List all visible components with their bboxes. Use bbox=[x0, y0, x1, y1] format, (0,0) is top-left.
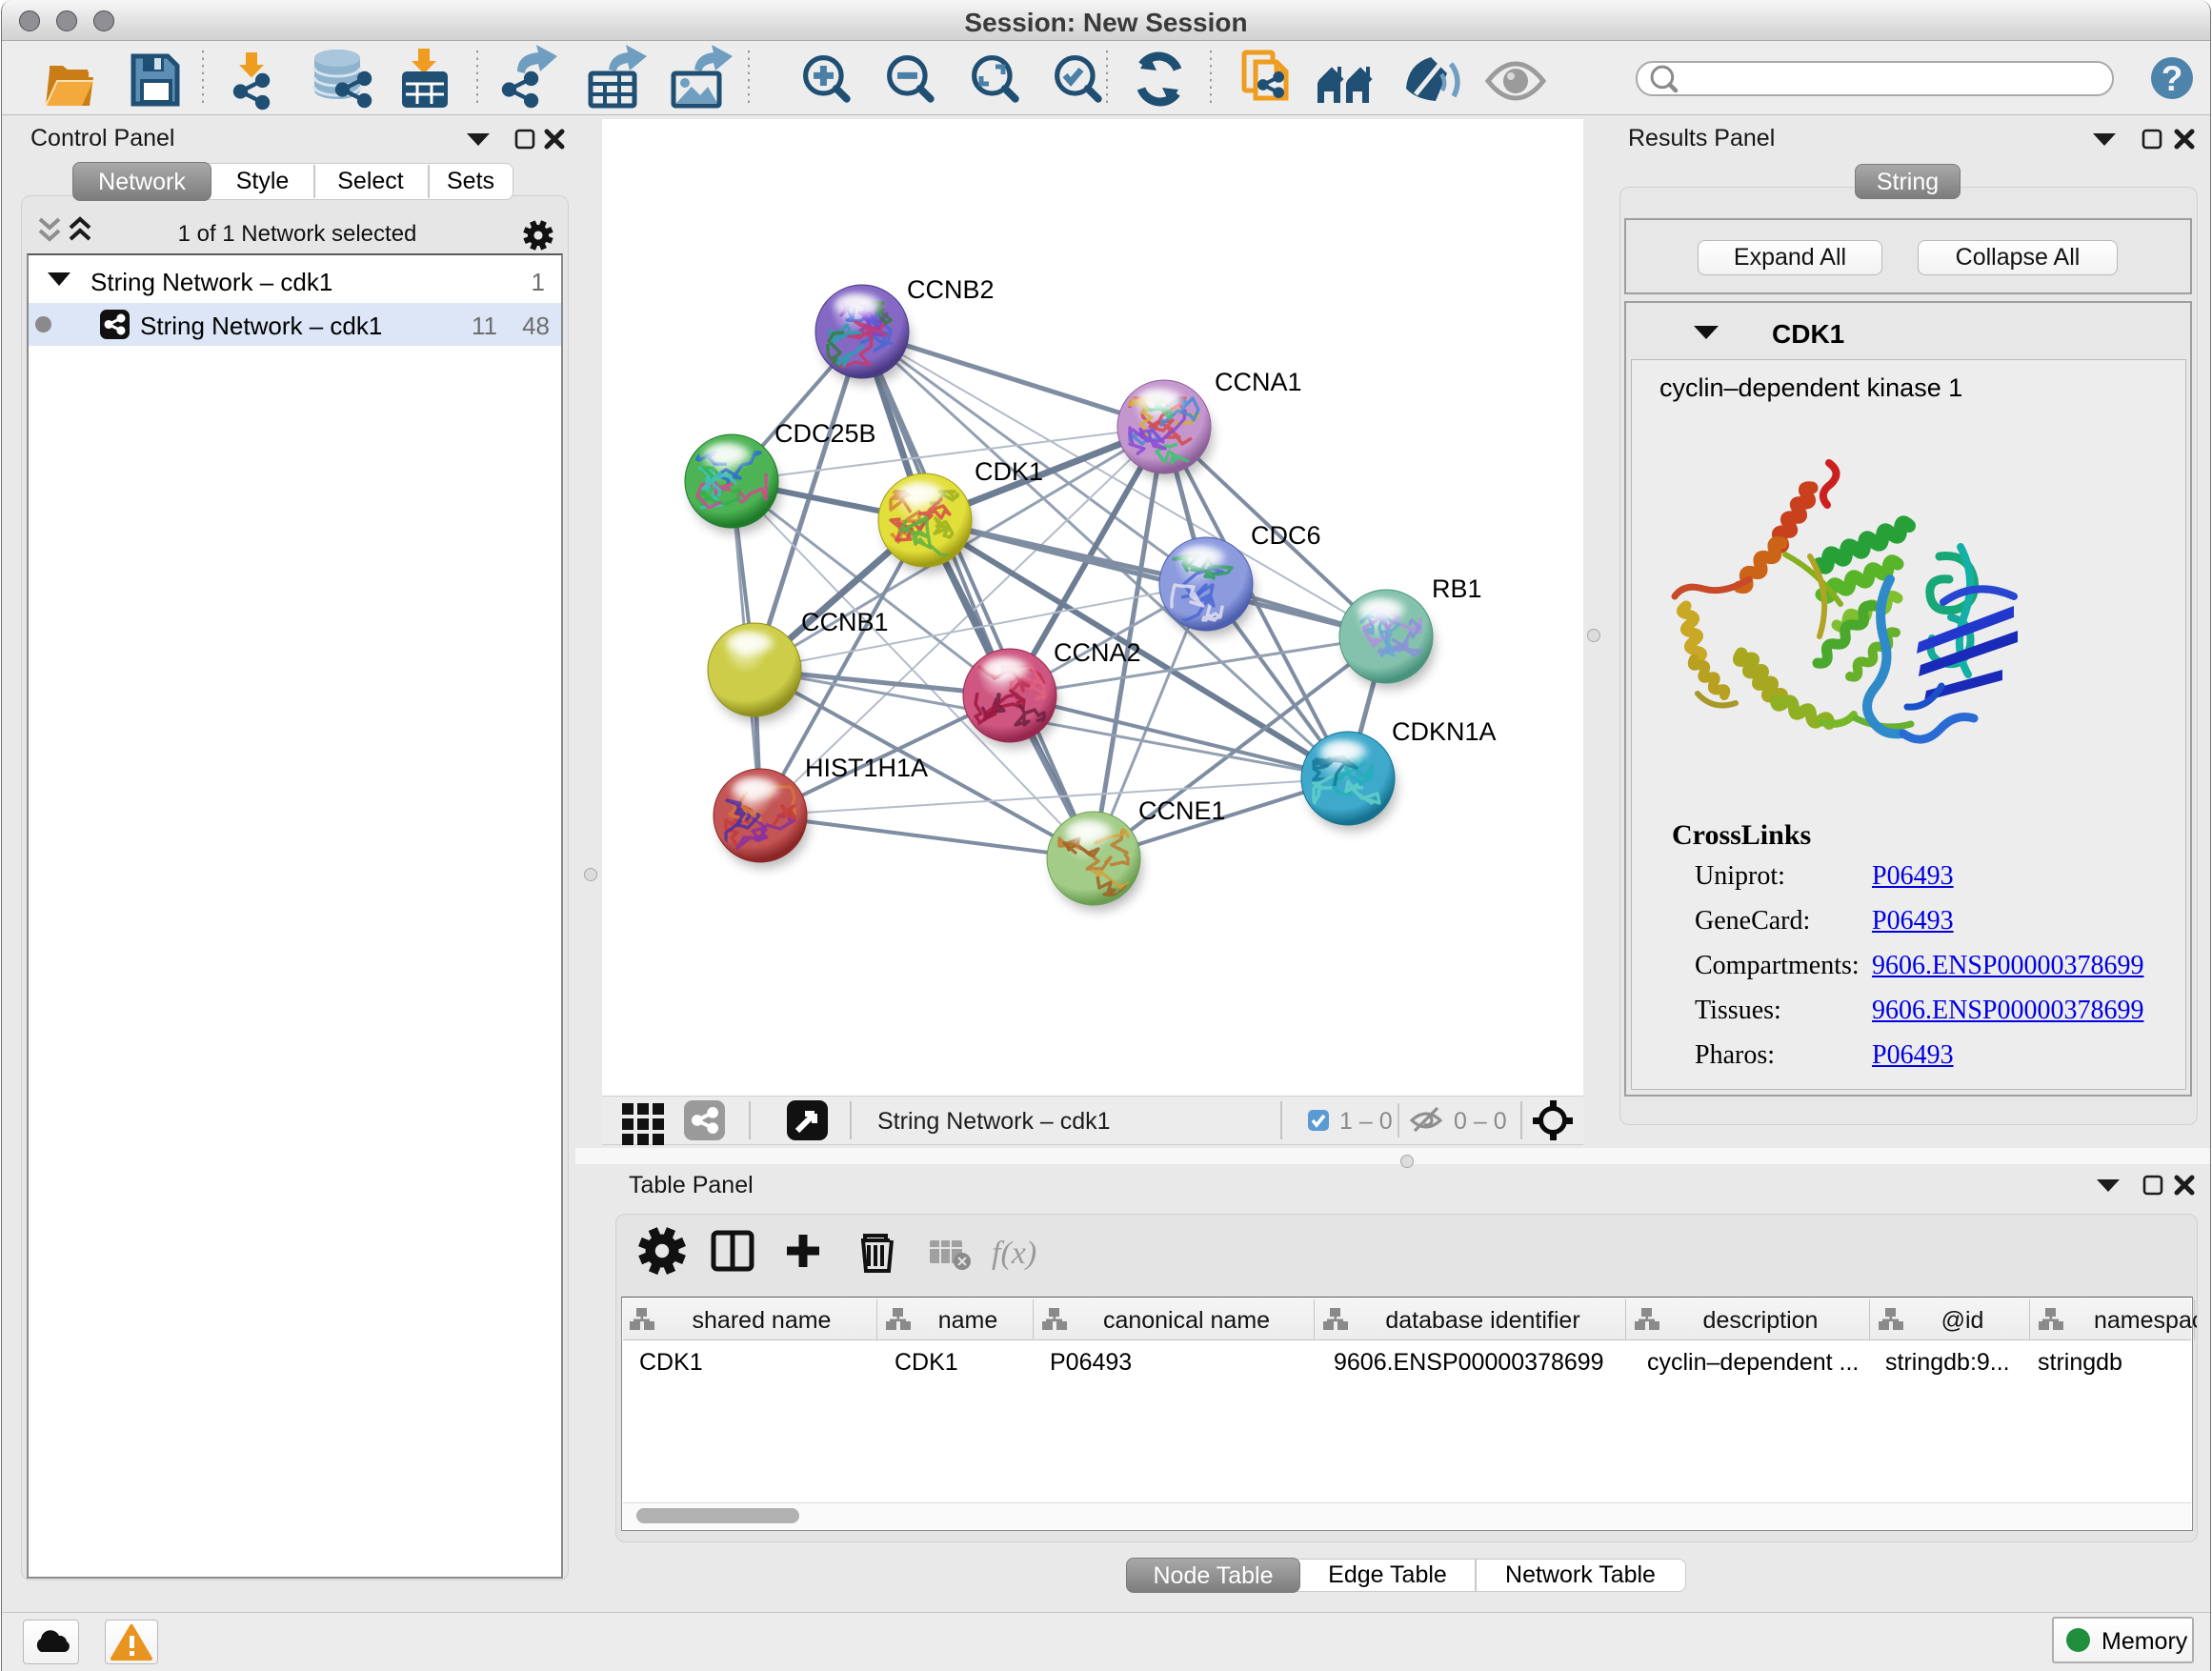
svg-text:CDC25B: CDC25B bbox=[774, 419, 876, 448]
svg-text:String Network – cdk1: String Network – cdk1 bbox=[877, 1108, 1111, 1135]
svg-text:HIST1H1A: HIST1H1A bbox=[805, 754, 928, 782]
svg-text:CDK1: CDK1 bbox=[975, 457, 1043, 486]
svg-text:0 – 0: 0 – 0 bbox=[1454, 1108, 1507, 1135]
svg-text:CCNA2: CCNA2 bbox=[1054, 638, 1141, 667]
svg-text:CCNB2: CCNB2 bbox=[907, 275, 995, 304]
svg-text:1 – 0: 1 – 0 bbox=[1339, 1108, 1393, 1135]
svg-text:CCNE1: CCNE1 bbox=[1138, 796, 1226, 825]
svg-text:CDKN1A: CDKN1A bbox=[1392, 717, 1497, 746]
svg-text:CCNA1: CCNA1 bbox=[1215, 368, 1302, 396]
svg-text:CDC6: CDC6 bbox=[1251, 521, 1321, 550]
svg-text:f(x): f(x) bbox=[992, 1236, 1036, 1271]
svg-text:?: ? bbox=[2162, 59, 2183, 98]
svg-text:RB1: RB1 bbox=[1432, 574, 1482, 603]
svg-text:CCNB1: CCNB1 bbox=[801, 608, 889, 636]
